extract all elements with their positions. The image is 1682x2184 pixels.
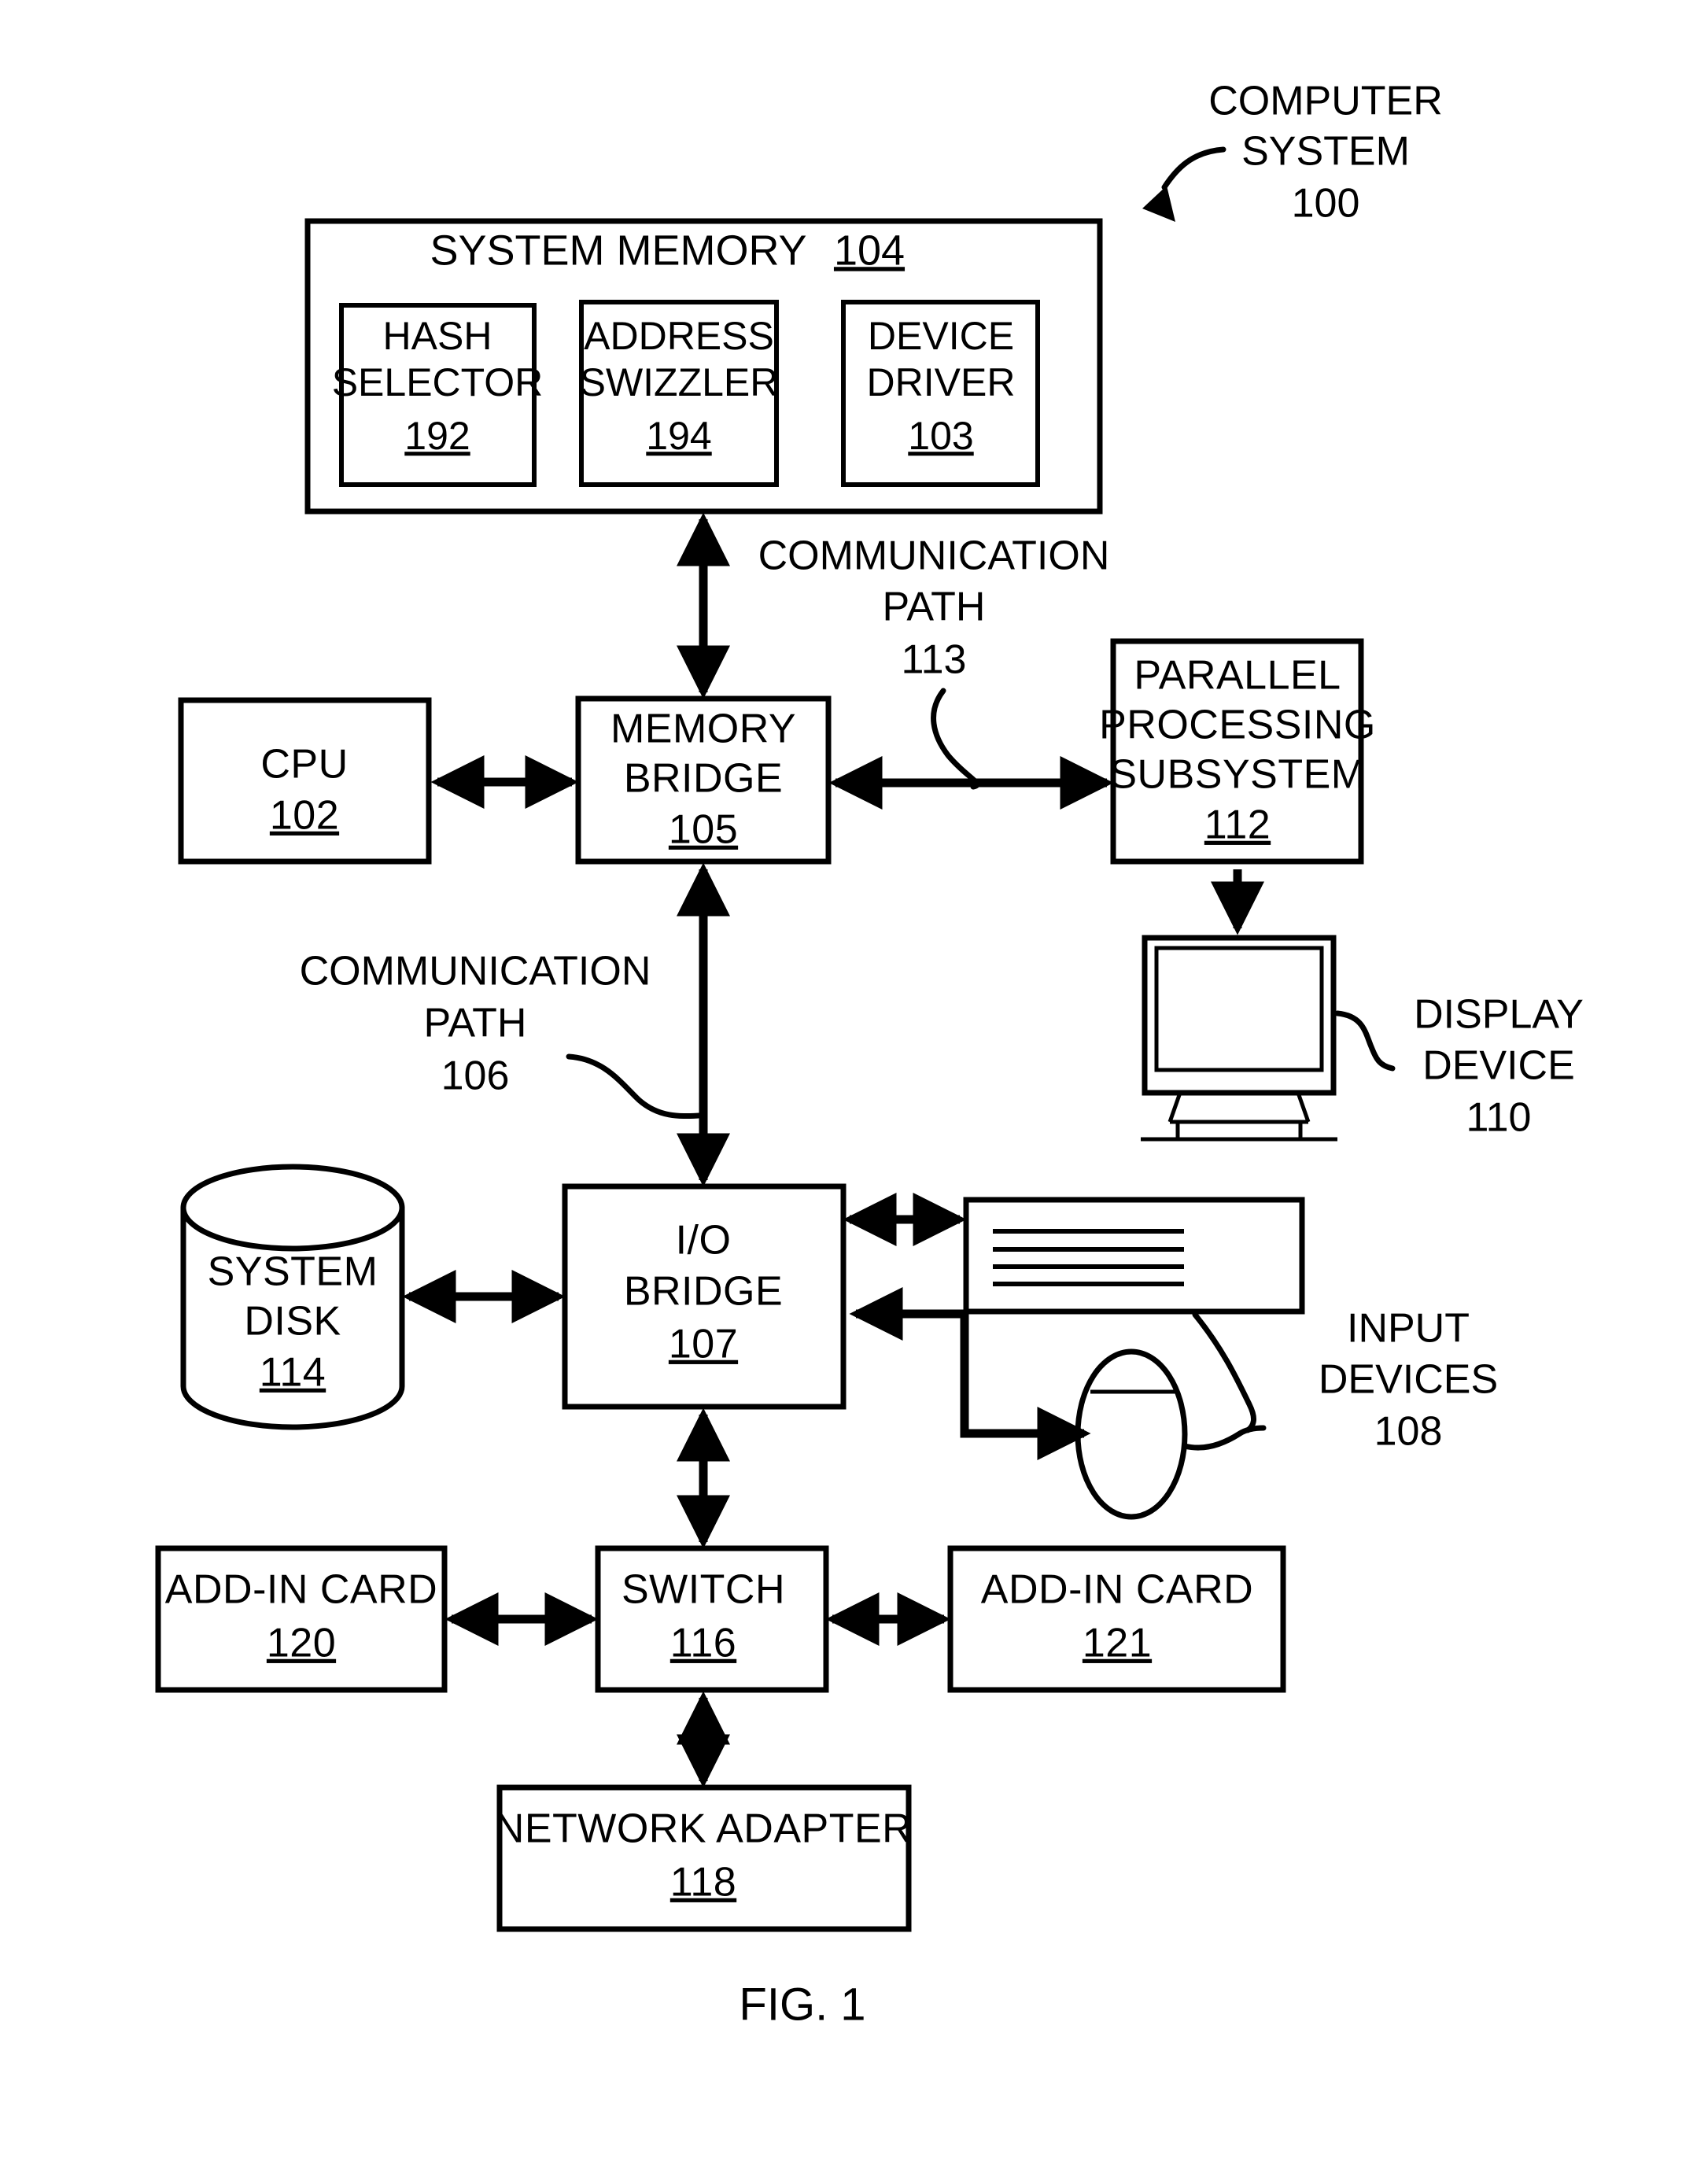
- display-device-screen: [1154, 946, 1324, 1072]
- input-devices-leader-line: [1192, 1312, 1256, 1433]
- comm-path-113-line2: PATH: [883, 585, 986, 630]
- comm-path-106-line1: COMMUNICATION: [300, 949, 651, 994]
- comm-path-113-line1: COMMUNICATION: [758, 533, 1110, 579]
- comm-path-113-ref: 113: [902, 637, 967, 683]
- system-disk-block: SYSTEM DISK 114: [180, 1164, 405, 1430]
- add-in-card-121-label: ADD-IN CARD: [981, 1567, 1253, 1613]
- system-disk-cylinder-top: [180, 1164, 405, 1252]
- cpu-ref: 102: [270, 793, 339, 839]
- comm-path-106-leader-line: [566, 1053, 702, 1120]
- network-adapter-label: NETWORK ADAPTER: [495, 1806, 912, 1852]
- address-swizzler-line2: SWIZZLER: [580, 360, 779, 404]
- input-devices-label-line2: DEVICES: [1319, 1357, 1498, 1403]
- hash-selector-ref: 192: [404, 414, 470, 458]
- system-memory-title: SYSTEM MEMORY: [430, 227, 806, 274]
- computer-system-label-line1: COMPUTER: [1208, 79, 1443, 124]
- device-driver-line1: DEVICE: [868, 314, 1014, 358]
- figure-root: COMPUTER SYSTEM 100 SYSTEM MEMORY 104 HA…: [0, 0, 1682, 2184]
- system-disk-ref: 114: [260, 1350, 326, 1396]
- display-device-icon: [1141, 935, 1337, 1142]
- add-in-card-121-block: ADD-IN CARD 121: [947, 1545, 1286, 1693]
- add-in-card-120-label: ADD-IN CARD: [165, 1567, 437, 1613]
- computer-system-arrowhead: [1142, 186, 1175, 222]
- display-device-label: DISPLAY DEVICE 110: [1414, 992, 1584, 1141]
- comm-path-113-leader-line: [931, 688, 980, 790]
- parallel-processing-subsystem-ref: 112: [1204, 802, 1271, 848]
- patent-figure-diagram: COMPUTER SYSTEM 100 SYSTEM MEMORY 104 HA…: [155, 79, 1584, 2030]
- io-bridge-line1: I/O: [676, 1218, 732, 1264]
- display-device-label-line2: DEVICE: [1422, 1043, 1575, 1089]
- figure-caption: FIG. 1: [739, 1979, 865, 2030]
- parallel-processing-subsystem-line1: PARALLEL: [1134, 653, 1341, 699]
- memory-bridge-block: MEMORY BRIDGE 105: [575, 695, 832, 865]
- display-device-label-ref: 110: [1466, 1095, 1532, 1141]
- switch-label: SWITCH: [622, 1567, 785, 1613]
- parallel-processing-subsystem-line3: SUBSYSTEM: [1109, 752, 1365, 798]
- system-disk-line1: SYSTEM: [208, 1249, 378, 1295]
- system-disk-line2: DISK: [244, 1299, 341, 1345]
- device-driver-ref: 103: [908, 414, 973, 458]
- hash-selector-line2: SELECTOR: [332, 360, 544, 404]
- device-driver-module: DEVICE DRIVER 103: [841, 300, 1040, 487]
- cpu-block: CPU 102: [178, 697, 432, 865]
- memory-bridge-ref: 105: [669, 807, 738, 853]
- computer-system-label: COMPUTER SYSTEM 100: [1208, 79, 1443, 227]
- io-bridge-line2: BRIDGE: [624, 1269, 783, 1315]
- address-swizzler-module: ADDRESS SWIZZLER 194: [579, 300, 779, 487]
- device-driver-line2: DRIVER: [867, 360, 1016, 404]
- computer-system-leader-line: [1161, 146, 1226, 190]
- io-bridge-block: I/O BRIDGE 107: [562, 1183, 847, 1410]
- input-devices-label: INPUT DEVICES 108: [1319, 1306, 1498, 1455]
- io-bridge-ref: 107: [669, 1322, 738, 1367]
- display-device-leader-line: [1334, 1010, 1396, 1072]
- memory-bridge-line1: MEMORY: [610, 706, 796, 752]
- comm-path-113-label: COMMUNICATION PATH 113: [758, 533, 1110, 683]
- display-device-stand: [1167, 1092, 1311, 1123]
- mouse-body: [1075, 1348, 1188, 1520]
- memory-bridge-line2: BRIDGE: [624, 756, 783, 802]
- hash-selector-module: HASH SELECTOR 192: [332, 303, 544, 487]
- comm-path-106-ref: 106: [441, 1053, 510, 1099]
- display-device-label-line1: DISPLAY: [1414, 992, 1584, 1038]
- computer-system-label-ref: 100: [1292, 181, 1360, 227]
- network-adapter-block: NETWORK ADAPTER 118: [495, 1784, 912, 1932]
- input-devices-label-line1: INPUT: [1347, 1306, 1470, 1352]
- computer-system-label-line2: SYSTEM: [1241, 129, 1410, 175]
- switch-block: SWITCH 116: [595, 1545, 829, 1693]
- system-memory-ref: 104: [834, 227, 905, 274]
- mouse-icon: [1075, 1348, 1188, 1520]
- display-device-base: [1141, 1120, 1337, 1142]
- add-in-card-121-ref: 121: [1083, 1621, 1152, 1666]
- parallel-processing-subsystem-line2: PROCESSING: [1099, 703, 1376, 748]
- input-devices-label-ref: 108: [1374, 1409, 1443, 1455]
- address-swizzler-line1: ADDRESS: [584, 314, 774, 358]
- address-swizzler-ref: 194: [646, 414, 711, 458]
- comm-path-106-line2: PATH: [424, 1001, 527, 1046]
- network-adapter-ref: 118: [670, 1860, 736, 1905]
- connector-iobridge-to-mouse: [849, 1286, 1091, 1461]
- add-in-card-120-ref: 120: [267, 1621, 336, 1666]
- parallel-processing-subsystem-block: PARALLEL PROCESSING SUBSYSTEM 112: [1099, 638, 1376, 865]
- keyboard-body: [963, 1197, 1305, 1315]
- switch-ref: 116: [670, 1621, 736, 1666]
- keyboard-icon: [963, 1197, 1305, 1315]
- comm-path-106-label: COMMUNICATION PATH 106: [300, 949, 651, 1099]
- hash-selector-line1: HASH: [383, 314, 492, 358]
- cpu-label: CPU: [260, 742, 348, 788]
- add-in-card-120-block: ADD-IN CARD 120: [155, 1545, 448, 1693]
- input-devices-leader-line-2: [1182, 1425, 1267, 1451]
